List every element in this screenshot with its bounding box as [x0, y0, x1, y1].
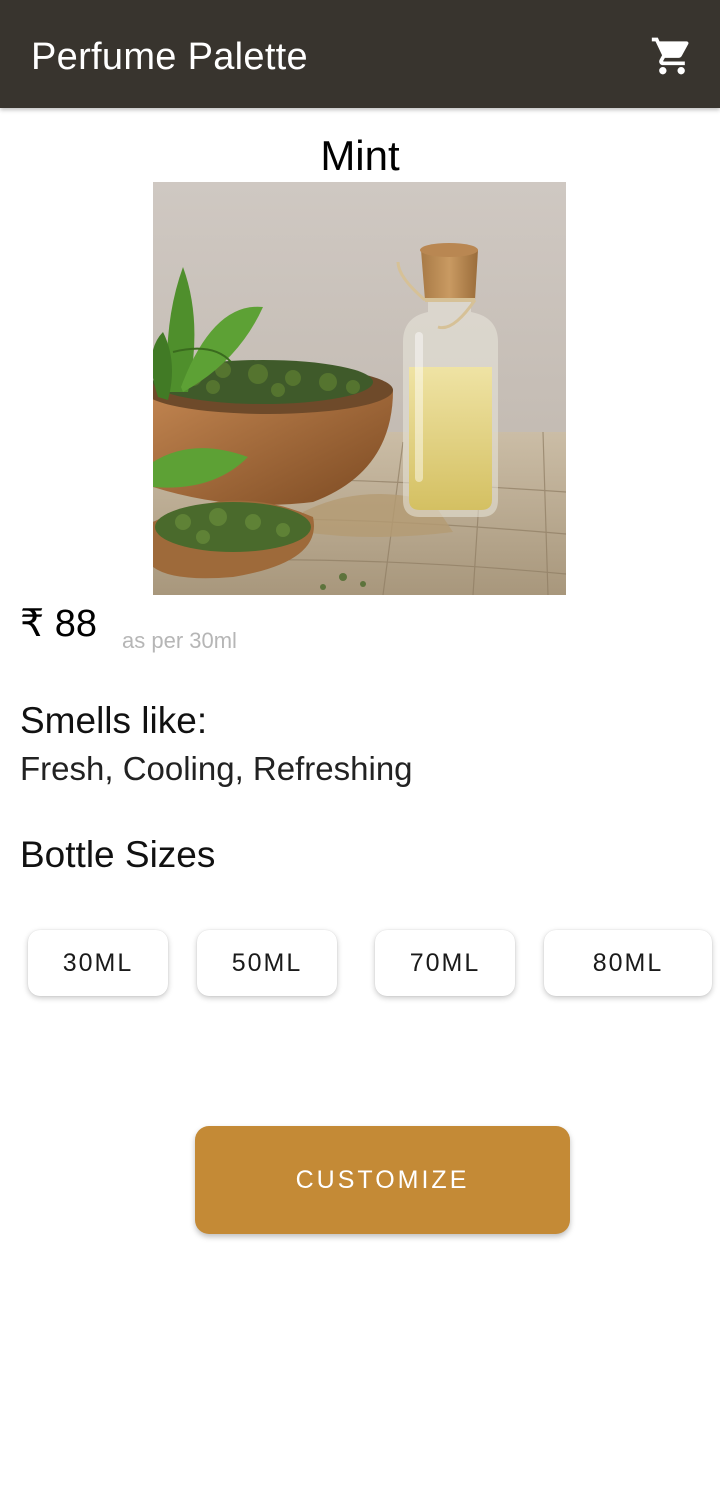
shopping-cart-icon [651, 37, 689, 75]
app-title: Perfume Palette [31, 36, 308, 78]
size-option-50ml[interactable]: 50ML [197, 930, 337, 996]
price-note: as per 30ml [122, 628, 237, 653]
product-image [153, 182, 566, 595]
bottle-sizes-heading: Bottle Sizes [20, 834, 216, 875]
product-price: ₹ 88 [20, 603, 98, 645]
size-option-80ml[interactable]: 80ML [544, 930, 712, 996]
app-bar: Perfume Palette [0, 0, 720, 108]
smells-like-heading: Smells like: [20, 700, 208, 741]
customize-button[interactable]: CUSTOMIZE [195, 1126, 570, 1234]
size-option-70ml[interactable]: 70ML [375, 930, 515, 996]
cart-button[interactable] [646, 30, 698, 82]
product-name: Mint [320, 132, 400, 179]
size-option-30ml[interactable]: 30ML [28, 930, 168, 996]
smells-like-text: Fresh, Cooling, Refreshing [20, 750, 413, 787]
